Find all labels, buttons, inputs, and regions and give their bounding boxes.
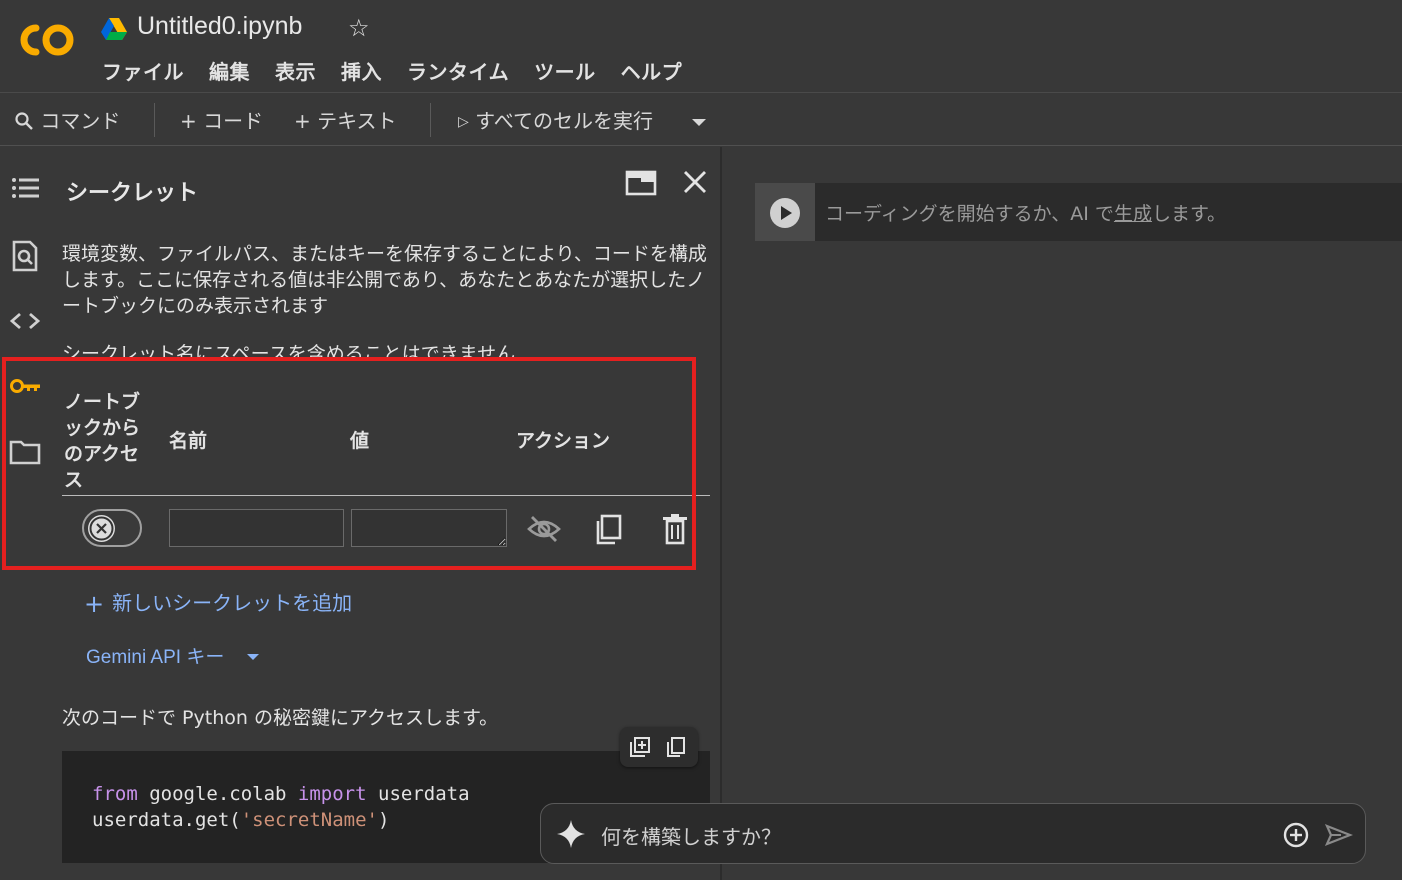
header-access: ノートブックからのアクセス (64, 391, 141, 491)
panel-title: シークレット (66, 181, 199, 206)
colab-logo[interactable] (14, 18, 78, 62)
menu-runtime[interactable]: ランタイム (407, 56, 509, 85)
toc-icon[interactable] (8, 171, 42, 205)
gemini-key-label: Gemini API キー (86, 647, 225, 668)
menu-file[interactable]: ファイル (102, 56, 184, 85)
generate-link[interactable]: 生成 (1114, 203, 1152, 225)
table-divider (62, 495, 710, 496)
left-sidebar (0, 147, 50, 880)
secret-name-input[interactable] (169, 509, 344, 547)
panel-note: シークレット名にスペースを含めることはできません (62, 343, 516, 357)
add-secret-button[interactable]: + 新しいシークレットを追加 (84, 587, 352, 618)
notebook-access-toggle[interactable] (82, 509, 142, 547)
add-circle-icon[interactable] (1281, 820, 1311, 850)
menu-edit[interactable]: 編集 (209, 56, 250, 85)
access-instructions: 次のコードで Python の秘密鍵にアクセスします。 (62, 707, 499, 729)
x-icon (89, 516, 114, 541)
menu-tools[interactable]: ツール (534, 56, 596, 85)
key-icon[interactable] (8, 369, 42, 403)
code-snippets-icon[interactable] (8, 304, 42, 338)
toolbar: コマンド + コード + テキスト ▷ すべてのセルを実行 (0, 92, 1402, 146)
toggle-knob (88, 515, 115, 542)
delete-icon[interactable] (657, 511, 693, 547)
code-cell[interactable]: コーディングを開始するか、AI で生成します。 (755, 183, 1402, 241)
menu-view[interactable]: 表示 (275, 56, 316, 85)
ai-prompt-bar[interactable]: 何を構築しますか？ (540, 803, 1366, 864)
header-name: 名前 (169, 430, 208, 452)
code-tools (620, 727, 698, 767)
secret-value-input[interactable] (351, 509, 507, 547)
close-icon[interactable] (680, 167, 710, 197)
run-all-label: すべてのセルを実行 (475, 109, 653, 133)
folder-icon[interactable] (8, 435, 42, 469)
caret-down-icon (246, 654, 259, 660)
header-value: 値 (350, 430, 370, 452)
secrets-panel: シークレット 環境変数、ファイルパス、またはキーを保存することにより、コードを構… (50, 147, 720, 880)
add-secret-label: 新しいシークレットを追加 (112, 591, 353, 615)
menubar: ファイル 編集 表示 挿入 ランタイム ツール ヘルプ (102, 56, 707, 85)
sparkle-icon (557, 820, 585, 848)
copy-code-icon[interactable] (665, 736, 687, 758)
star-icon[interactable]: ☆ (348, 14, 370, 42)
menu-help[interactable]: ヘルプ (621, 56, 683, 85)
visibility-off-icon[interactable] (526, 511, 562, 547)
play-icon (781, 206, 792, 220)
code-text: from google.colab import userdata userda… (92, 783, 470, 831)
gemini-api-key-dropdown[interactable]: Gemini API キー (86, 642, 262, 669)
notebook-area: コーディングを開始するか、AI で生成します。 (722, 147, 1402, 880)
run-all-button[interactable]: ▷ すべてのセルを実行 (458, 105, 653, 134)
header-actions: アクション (516, 430, 611, 452)
find-icon[interactable] (8, 239, 42, 273)
command-palette-button[interactable]: コマンド (14, 105, 120, 134)
search-icon (15, 112, 33, 130)
plus-icon: + (84, 590, 105, 618)
drive-icon (101, 18, 127, 40)
menu-insert[interactable]: 挿入 (341, 56, 382, 85)
run-cell-gutter (755, 183, 815, 241)
copy-icon[interactable] (591, 511, 627, 547)
caret-down-icon (692, 119, 706, 126)
toolbar-divider (430, 103, 431, 137)
open-in-tab-icon[interactable] (625, 169, 657, 197)
send-icon[interactable] (1323, 820, 1353, 850)
toolbar-divider (154, 103, 155, 137)
add-text-button[interactable]: + テキスト (294, 105, 397, 134)
play-outline-icon: ▷ (458, 114, 469, 130)
notebook-title[interactable]: Untitled0.ipynb (137, 12, 302, 41)
run-cell-button[interactable] (770, 198, 800, 228)
cell-placeholder: コーディングを開始するか、AI で生成します。 (825, 203, 1227, 225)
run-all-dropdown[interactable] (690, 109, 708, 133)
insert-code-icon[interactable] (629, 736, 651, 758)
add-code-button[interactable]: + コード (180, 105, 263, 134)
header: Untitled0.ipynb ☆ ファイル 編集 表示 挿入 ランタイム ツー… (0, 0, 1402, 92)
ai-prompt-input[interactable]: 何を構築しますか？ (601, 821, 781, 850)
command-label: コマンド (40, 109, 121, 133)
panel-description: 環境変数、ファイルパス、またはキーを保存することにより、コードを構成します。ここ… (62, 243, 707, 317)
